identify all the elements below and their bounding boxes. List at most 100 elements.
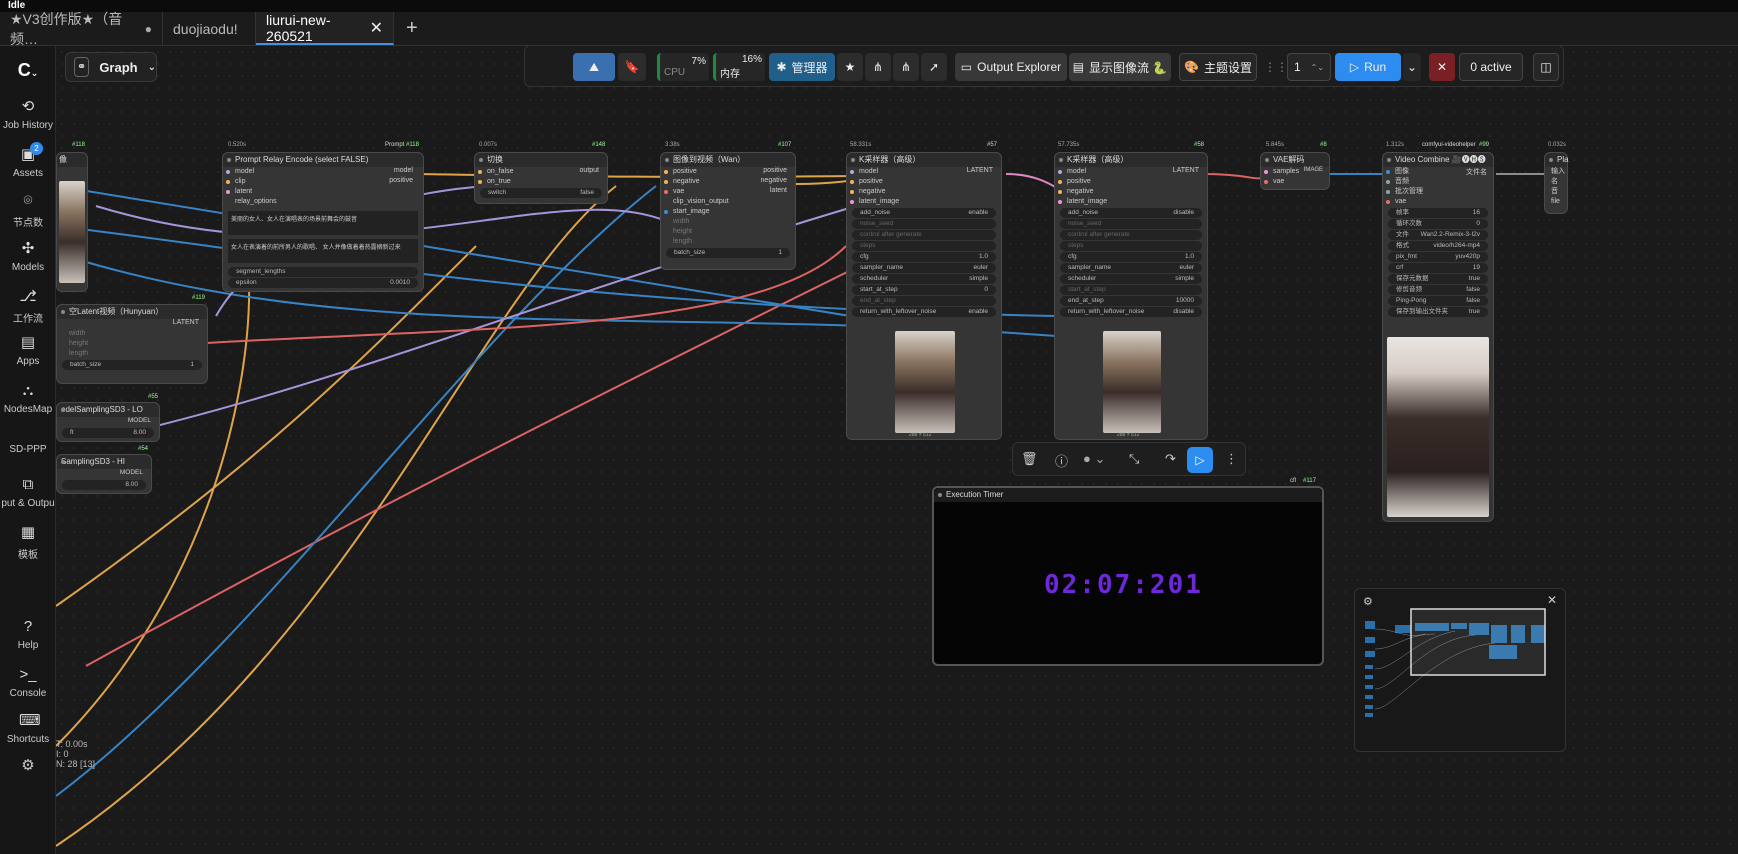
- shift-widget[interactable]: ft 8.00: [62, 428, 154, 438]
- input-port[interactable]: positive: [847, 177, 1001, 187]
- widget-control-after-generate[interactable]: control after generate: [852, 230, 996, 240]
- output-port[interactable]: latent: [770, 187, 787, 194]
- widget-noise-seed[interactable]: noise_seed: [852, 219, 996, 229]
- height-input[interactable]: height: [661, 227, 795, 237]
- input-port[interactable]: 批次管理: [1383, 187, 1493, 197]
- sidebar-item-sd-ppp[interactable]: SD-PPP: [0, 444, 56, 455]
- widget-pix-fmt[interactable]: pix_fmt yuv420p: [1388, 252, 1488, 262]
- output-port[interactable]: LATENT: [1173, 167, 1199, 174]
- sidebar-item-workflow[interactable]: ⎇ 工作流: [0, 288, 56, 325]
- node-ksampler-advanced-2[interactable]: K采样器（高级） model positive negative latent_…: [1054, 152, 1208, 440]
- batch-size-widget[interactable]: batch_size 1: [666, 248, 790, 258]
- sidebar-item-job-history[interactable]: ⟲ Job History: [0, 98, 56, 131]
- color-picker-icon[interactable]: ● ⌄: [1083, 451, 1105, 467]
- widget-save-metadata[interactable]: 保存元数据 true: [1388, 274, 1488, 284]
- shift-widget[interactable]: 8.00: [62, 480, 146, 490]
- widget-start-at-step[interactable]: start_at_step: [1060, 285, 1202, 295]
- node-partial-right[interactable]: Pla 输入 名 音 file: [1544, 152, 1569, 214]
- node-video-combine[interactable]: Video Combine 🎥🅥🅗🅢 图像 音频 批次管理 vae 文件名 帧率…: [1382, 152, 1494, 522]
- sidebar-item-models[interactable]: ✣ Models: [0, 240, 56, 273]
- output-port[interactable]: positive: [763, 167, 787, 174]
- length-input[interactable]: length: [661, 237, 795, 247]
- node-load-image-partial[interactable]: 像: [56, 152, 88, 292]
- sidebar-item-help[interactable]: ? Help: [0, 618, 56, 651]
- fit-view-icon[interactable]: ⤡: [1129, 451, 1139, 467]
- output-port[interactable]: model: [394, 167, 413, 174]
- sidebar-item-input-output[interactable]: ⧉ put & Outpu: [0, 476, 56, 509]
- input-port[interactable]: 音: [1545, 187, 1567, 197]
- input-port[interactable]: positive: [1055, 177, 1207, 187]
- sidebar-item-console[interactable]: >_ Console: [0, 666, 56, 699]
- widget-return-leftover-noise[interactable]: return_with_leftover_noise enable: [852, 307, 996, 317]
- widget-scheduler[interactable]: scheduler simple: [852, 274, 996, 284]
- output-port[interactable]: LATENT: [967, 167, 993, 174]
- tab-workflow-duojiaodu[interactable]: duojiaodu!: [163, 12, 256, 45]
- theme-settings-button[interactable]: 🎨 主题设置: [1179, 53, 1257, 81]
- graph-mode-selector[interactable]: ⚭ Graph ⌄: [65, 52, 157, 82]
- settings-icon[interactable]: ⚙: [0, 756, 56, 774]
- node-image-to-video-wan[interactable]: 图像到视频（Wan） positive negative vae clip_vi…: [660, 152, 796, 270]
- widget-return-leftover-noise[interactable]: return_with_leftover_noise disable: [1060, 307, 1202, 317]
- switch-widget[interactable]: switch false: [480, 188, 602, 198]
- input-port[interactable]: 输入: [1545, 167, 1567, 177]
- run-options-button[interactable]: ⌄: [1403, 53, 1421, 81]
- share-button[interactable]: ➚: [921, 53, 947, 81]
- input-port[interactable]: on_true: [475, 177, 607, 187]
- bookmark-button[interactable]: 🔖: [618, 53, 646, 81]
- delete-icon[interactable]: 🗑: [1021, 451, 1038, 467]
- output-explorer-button[interactable]: ▭ Output Explorer: [955, 53, 1067, 81]
- sidebar-item-templates[interactable]: ▦ 模板: [0, 524, 56, 561]
- input-port[interactable]: clip_vision_output: [661, 197, 795, 207]
- sidebar-item-node-library[interactable]: ⌾ 节点数: [0, 192, 56, 229]
- length-input[interactable]: length: [57, 349, 207, 359]
- sidebar-item-shortcuts[interactable]: ⌨ Shortcuts: [0, 712, 56, 745]
- widget-loop-count[interactable]: 循环次数 0: [1388, 219, 1488, 229]
- widget-end-at-step[interactable]: end_at_step: [852, 296, 996, 306]
- widget-filename-prefix[interactable]: 文件 Wan2.2-Remix-3-I2v: [1388, 230, 1488, 240]
- widget-sampler-name[interactable]: sampler_name euler: [1060, 263, 1202, 273]
- stop-button[interactable]: ✕: [1429, 53, 1455, 81]
- bypass-icon[interactable]: ↷: [1165, 451, 1176, 467]
- input-port[interactable]: start_image: [661, 207, 795, 217]
- close-icon[interactable]: ✕: [370, 18, 383, 38]
- widget-crf[interactable]: crf 19: [1388, 263, 1488, 273]
- output-port[interactable]: MODEL: [57, 417, 159, 427]
- widget-noise-seed[interactable]: noise_seed: [1060, 219, 1202, 229]
- widget-cfg[interactable]: cfg 1.0: [1060, 252, 1202, 262]
- widget-format[interactable]: 格式 video/h264-mp4: [1388, 241, 1488, 251]
- sidebar-item-assets[interactable]: ▣ 2 Assets: [0, 142, 56, 179]
- show-image-stream-button[interactable]: ▤ 显示图像流 🐍: [1069, 53, 1171, 81]
- node-switch[interactable]: 切换 on_false on_true output switch false: [474, 152, 608, 204]
- star-button[interactable]: ★: [837, 53, 863, 81]
- node-prompt-relay-encode[interactable]: Prompt Relay Encode (select FALSE) model…: [222, 152, 424, 292]
- widget-steps[interactable]: steps: [1060, 241, 1202, 251]
- tab-workflow-v3[interactable]: ★V3创作版★（音频… ●: [0, 11, 163, 47]
- widget-cfg[interactable]: cfg 1.0: [852, 252, 996, 262]
- input-port[interactable]: latent_image: [847, 197, 1001, 207]
- widget-save-output[interactable]: 保存到输出文件夹 true: [1388, 307, 1488, 317]
- epsilon-widget[interactable]: epsilon 0.0010: [228, 278, 418, 288]
- input-port[interactable]: relay_options: [223, 197, 423, 207]
- segment-lengths-widget[interactable]: segment_lengths: [228, 267, 418, 277]
- widget-control-after-generate[interactable]: control after generate: [1060, 230, 1202, 240]
- widget-add-noise[interactable]: add_noise enable: [852, 208, 996, 218]
- widget-trim-audio[interactable]: 修剪音频 false: [1388, 285, 1488, 295]
- output-port[interactable]: output: [580, 167, 599, 174]
- sidebar-item-apps[interactable]: ▤ Apps: [0, 334, 56, 367]
- comfy-logo-icon[interactable]: C⌄: [0, 60, 56, 81]
- active-queue-button[interactable]: 0 active: [1459, 53, 1523, 81]
- input-port[interactable]: file: [1545, 197, 1567, 207]
- widget-frame-rate[interactable]: 帧率 16: [1388, 208, 1488, 218]
- input-port[interactable]: 音频: [1383, 177, 1493, 187]
- wand-button-1[interactable]: ⋔: [865, 53, 891, 81]
- widget-start-at-step[interactable]: start_at_step 0: [852, 285, 996, 295]
- input-port[interactable]: vae: [1383, 197, 1493, 207]
- sidebar-item-nodesmap[interactable]: ⛬ NodesMap: [0, 382, 56, 415]
- width-input[interactable]: width: [57, 329, 207, 339]
- node-execution-timer[interactable]: Execution Timer 02:07:201: [932, 486, 1324, 666]
- output-port[interactable]: MODEL: [57, 469, 151, 479]
- width-input[interactable]: width: [661, 217, 795, 227]
- output-port[interactable]: positive: [389, 177, 413, 184]
- widget-add-noise[interactable]: add_noise disable: [1060, 208, 1202, 218]
- minimap[interactable]: ⚙ ✕: [1354, 588, 1566, 752]
